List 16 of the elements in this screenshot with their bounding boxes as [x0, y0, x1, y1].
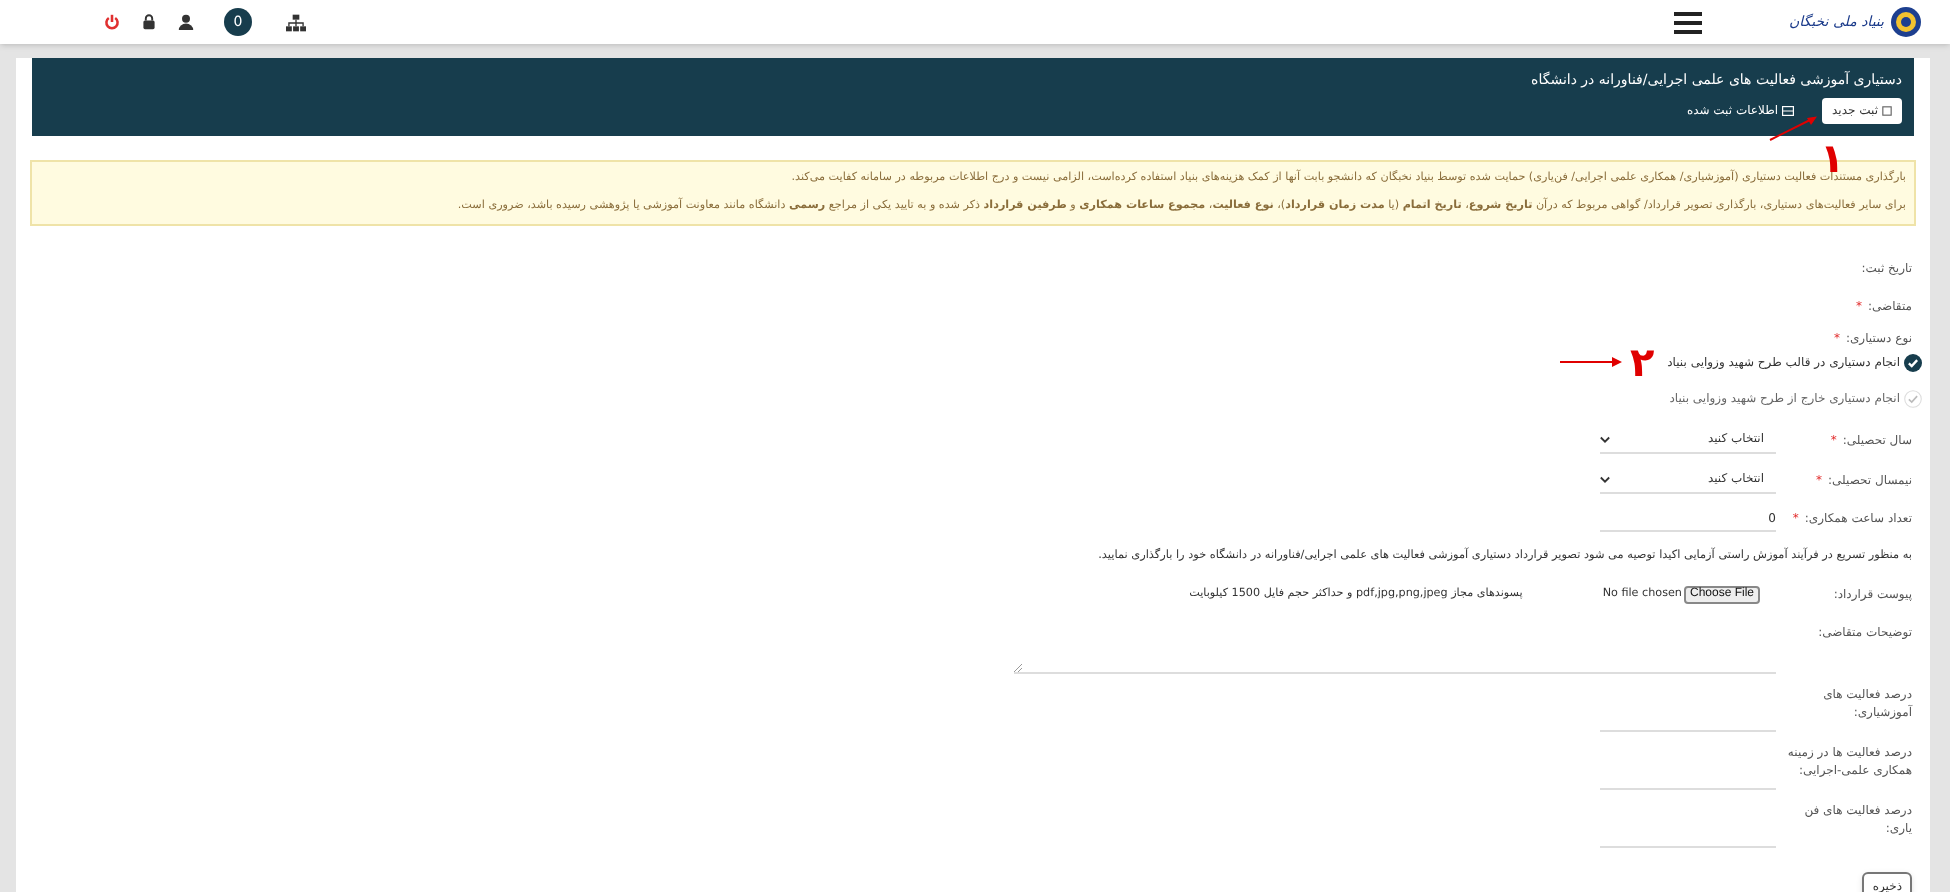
- sitemap-icon[interactable]: [286, 13, 306, 31]
- unchecked-radio-icon: [1904, 390, 1922, 408]
- power-icon[interactable]: [104, 14, 120, 30]
- checkbox-icon: [1882, 106, 1892, 116]
- list-icon: [1782, 106, 1795, 116]
- chevron-down-icon: [1600, 475, 1610, 483]
- annotation-number: ۲: [1630, 342, 1655, 382]
- resize-handle-icon[interactable]: [1014, 664, 1022, 672]
- emblem-icon: [1890, 6, 1922, 38]
- annotation-arrow: [1768, 114, 1820, 142]
- menu-icon[interactable]: [1673, 11, 1701, 33]
- annotation-arrow: [1560, 356, 1622, 368]
- user-icon[interactable]: [178, 14, 194, 30]
- chevron-down-icon: [1600, 435, 1610, 443]
- lock-icon[interactable]: [142, 14, 156, 30]
- checked-radio-icon: [1904, 354, 1922, 372]
